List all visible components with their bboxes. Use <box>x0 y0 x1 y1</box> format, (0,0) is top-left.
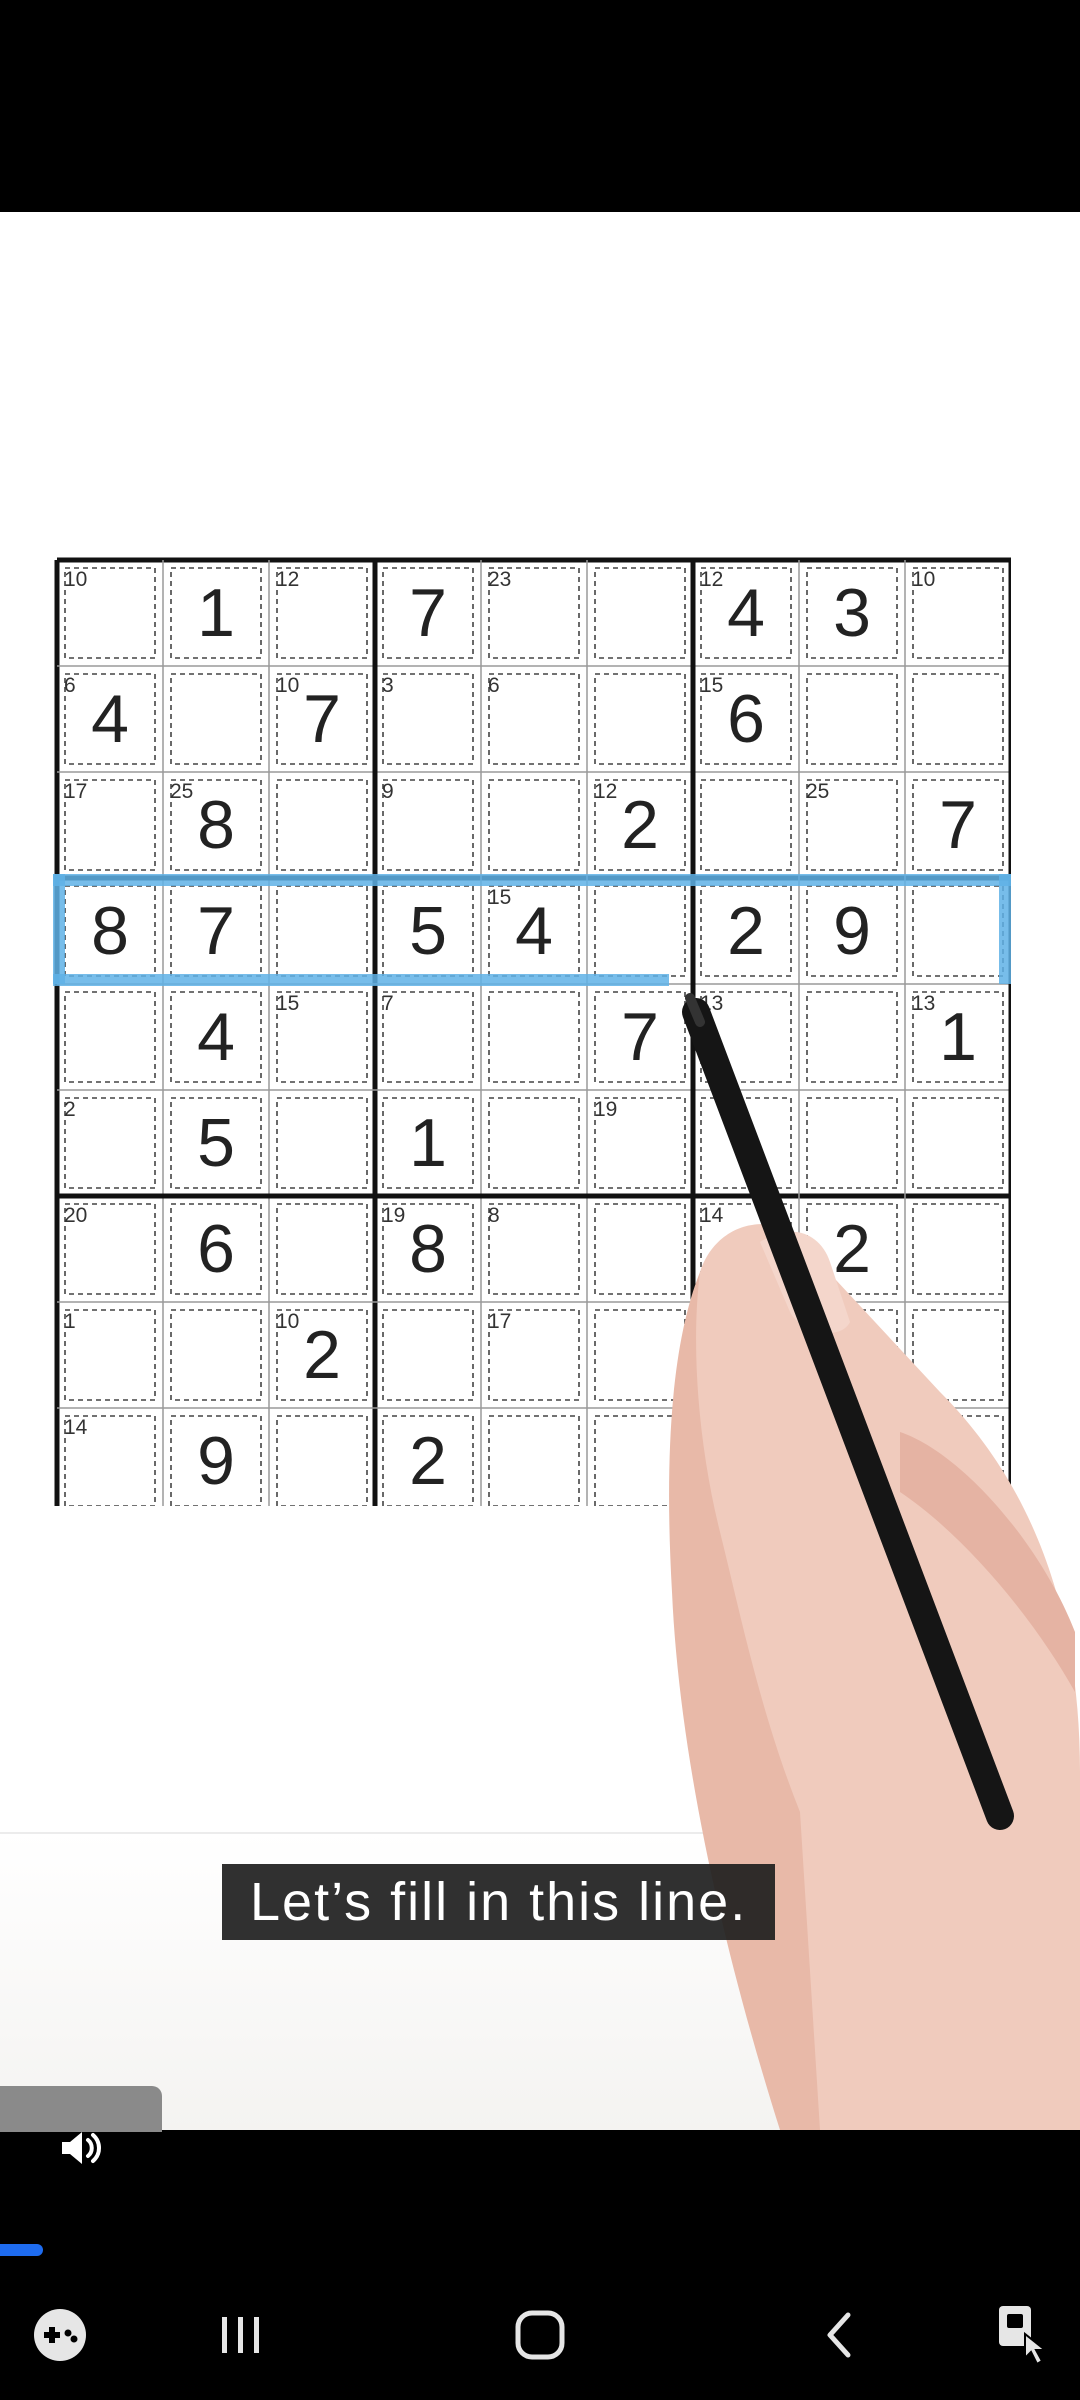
subtitle-caption: Let’s fill in this line. <box>222 1864 776 1940</box>
hand-with-pen <box>669 993 1080 2130</box>
recents-icon[interactable] <box>200 2300 280 2370</box>
progress-fill <box>0 2244 44 2256</box>
status-area <box>0 0 1080 212</box>
back-icon[interactable] <box>800 2300 880 2370</box>
progress-track[interactable] <box>0 2244 1080 2254</box>
video-frame[interactable]: 1743476827875429471516822924101223121061… <box>0 212 1080 2130</box>
accessibility-icon[interactable] <box>980 2300 1060 2370</box>
volume-icon[interactable] <box>56 2124 104 2172</box>
home-icon[interactable] <box>500 2300 580 2370</box>
gamepad-icon[interactable] <box>20 2300 100 2370</box>
